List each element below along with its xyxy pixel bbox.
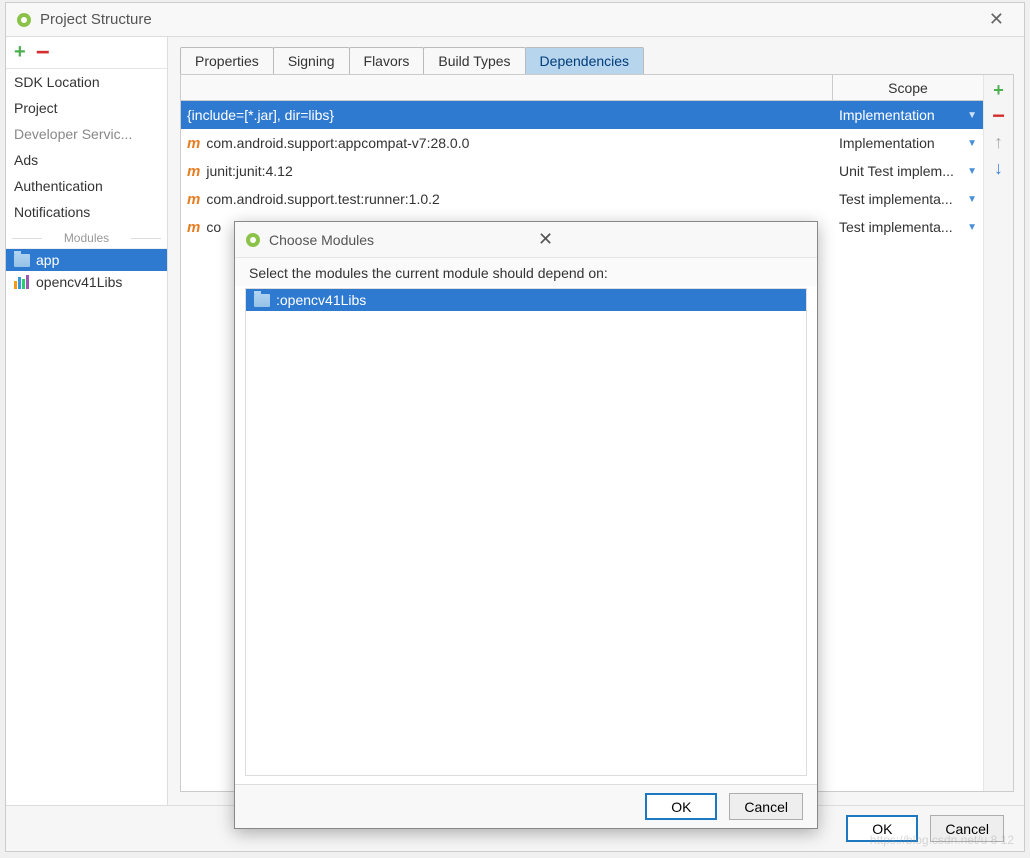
folder-icon xyxy=(254,294,270,307)
modal-title: Choose Modules xyxy=(269,232,528,248)
table-row[interactable]: {include=[*.jar], dir=libs} Implementati… xyxy=(181,101,983,129)
chevron-down-icon: ▼ xyxy=(967,222,977,233)
module-label: app xyxy=(36,252,59,268)
chevron-down-icon: ▼ xyxy=(967,138,977,149)
dep-name: mcom.android.support:appcompat-v7:28.0.0 xyxy=(181,135,833,152)
maven-icon: m xyxy=(187,219,200,236)
sidebar-item-authentication[interactable]: Authentication xyxy=(6,173,167,199)
modal-icon xyxy=(245,232,261,248)
add-icon[interactable]: + xyxy=(14,41,26,64)
modal-ok-button[interactable]: OK xyxy=(645,793,717,820)
chevron-down-icon: ▼ xyxy=(967,110,977,121)
titlebar: Project Structure ✕ xyxy=(6,3,1024,37)
chevron-down-icon: ▼ xyxy=(967,194,977,205)
sidebar: + − SDK Location Project Developer Servi… xyxy=(6,37,168,805)
sidebar-toolbar: + − xyxy=(6,37,167,69)
list-item-label: :opencv41Libs xyxy=(276,292,366,308)
dep-scope[interactable]: Implementation▼ xyxy=(833,107,983,123)
tab-flavors[interactable]: Flavors xyxy=(349,47,425,74)
module-item-app[interactable]: app xyxy=(6,249,167,271)
chevron-down-icon: ▼ xyxy=(967,166,977,177)
modal-close-icon[interactable]: ✕ xyxy=(528,225,807,254)
list-item[interactable]: :opencv41Libs xyxy=(246,289,806,311)
library-icon xyxy=(14,275,30,289)
tab-dependencies[interactable]: Dependencies xyxy=(525,47,645,74)
sidebar-item-project[interactable]: Project xyxy=(6,95,167,121)
dep-scope[interactable]: Test implementa...▼ xyxy=(833,191,983,207)
tabs: Properties Signing Flavors Build Types D… xyxy=(180,47,1014,74)
table-row[interactable]: mcom.android.support.test:runner:1.0.2 T… xyxy=(181,185,983,213)
dep-name: mcom.android.support.test:runner:1.0.2 xyxy=(181,191,833,208)
project-structure-window: Project Structure ✕ + − SDK Location Pro… xyxy=(5,2,1025,852)
cancel-button[interactable]: Cancel xyxy=(930,815,1004,842)
modal-titlebar: Choose Modules ✕ xyxy=(235,222,817,258)
table-row[interactable]: mcom.android.support:appcompat-v7:28.0.0… xyxy=(181,129,983,157)
choose-modules-dialog: Choose Modules ✕ Select the modules the … xyxy=(234,221,818,829)
sidebar-item-notifications[interactable]: Notifications xyxy=(6,199,167,225)
dep-name: mjunit:junit:4.12 xyxy=(181,163,833,180)
module-item-opencv41libs[interactable]: opencv41Libs xyxy=(6,271,167,293)
dep-scope[interactable]: Implementation▼ xyxy=(833,135,983,151)
close-icon[interactable]: ✕ xyxy=(979,5,1014,34)
module-label: opencv41Libs xyxy=(36,274,122,290)
add-dependency-icon[interactable]: + xyxy=(993,79,1004,101)
window-title: Project Structure xyxy=(40,11,979,28)
tab-properties[interactable]: Properties xyxy=(180,47,274,74)
dep-name: {include=[*.jar], dir=libs} xyxy=(181,107,833,123)
remove-dependency-icon[interactable]: − xyxy=(992,105,1005,127)
maven-icon: m xyxy=(187,135,200,152)
sidebar-item-developer-services[interactable]: Developer Servic... xyxy=(6,121,167,147)
header-scope: Scope xyxy=(833,75,983,100)
folder-icon xyxy=(14,254,30,267)
dependencies-header: Scope xyxy=(181,75,983,101)
sidebar-item-ads[interactable]: Ads xyxy=(6,147,167,173)
modal-list[interactable]: :opencv41Libs xyxy=(245,288,807,776)
modal-prompt: Select the modules the current module sh… xyxy=(235,258,817,286)
ok-button[interactable]: OK xyxy=(846,815,918,842)
dep-scope[interactable]: Test implementa...▼ xyxy=(833,219,983,235)
maven-icon: m xyxy=(187,191,200,208)
maven-icon: m xyxy=(187,163,200,180)
table-row[interactable]: mjunit:junit:4.12 Unit Test implem...▼ xyxy=(181,157,983,185)
header-blank xyxy=(181,75,833,100)
modal-cancel-button[interactable]: Cancel xyxy=(729,793,803,820)
sidebar-item-sdk-location[interactable]: SDK Location xyxy=(6,69,167,95)
dep-scope[interactable]: Unit Test implem...▼ xyxy=(833,163,983,179)
sidebar-separator-modules: Modules xyxy=(6,227,167,249)
move-up-icon[interactable]: ↑ xyxy=(994,131,1003,153)
modal-buttons: OK Cancel xyxy=(235,784,817,828)
dependencies-toolbar: + − ↑ ↓ xyxy=(983,75,1013,791)
move-down-icon[interactable]: ↓ xyxy=(994,157,1003,179)
tab-signing[interactable]: Signing xyxy=(273,47,350,74)
tab-build-types[interactable]: Build Types xyxy=(423,47,525,74)
app-icon xyxy=(16,12,32,28)
remove-icon[interactable]: − xyxy=(36,39,50,67)
